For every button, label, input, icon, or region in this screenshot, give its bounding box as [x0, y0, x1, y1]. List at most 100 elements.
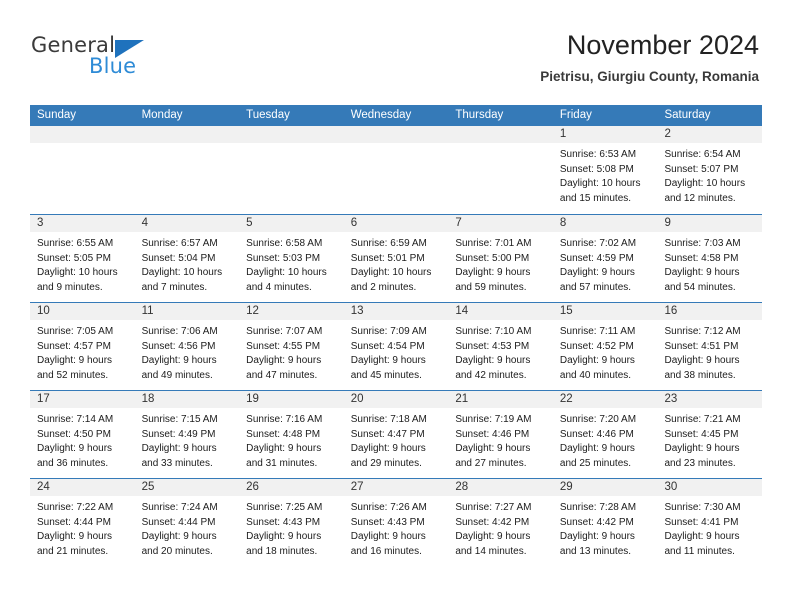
calendar-day-cell[interactable]: 6 Sunrise: 6:59 AM Sunset: 5:01 PM Daylight… [343, 215, 449, 302]
sunrise-text: Sunrise: 7:09 AM [350, 326, 427, 337]
day-sun-info: Sunrise: 6:55 AM Sunset: 5:05 PM Daylight:… [30, 232, 135, 295]
calendar-day-cell[interactable]: 30 Sunrise: 7:30 AM Sunset: 4:41 PM Dayligh… [657, 479, 763, 566]
calendar-day-cell[interactable]: 19 Sunrise: 7:16 AM Sunset: 4:48 PM Dayligh… [239, 391, 344, 478]
daylight-text: Daylight: 9 hours and 36 minutes. [37, 443, 113, 469]
sunset-text: Sunset: 4:57 PM [37, 340, 111, 352]
day-sun-info: Sunrise: 6:58 AM Sunset: 5:03 PM Daylight:… [239, 232, 344, 295]
sunset-text: Sunset: 4:46 PM [455, 428, 530, 440]
daylight-text: Daylight: 9 hours and 20 minutes. [141, 531, 217, 557]
day-number: 12 [239, 303, 344, 320]
calendar-day-cell[interactable]: 8 Sunrise: 7:02 AM Sunset: 4:59 PM Daylight… [552, 215, 658, 302]
calendar-day-cell[interactable]: 1 Sunrise: 6:53 AM Sunset: 5:08 PM Daylight… [552, 126, 658, 214]
day-sun-info: Sunrise: 7:26 AM Sunset: 4:43 PM Daylight:… [344, 496, 449, 559]
day-sun-info: Sunrise: 7:24 AM Sunset: 4:44 PM Daylight:… [135, 496, 240, 559]
sunset-text: Sunset: 4:50 PM [37, 428, 111, 440]
sunset-text: Sunset: 4:43 PM [246, 516, 321, 528]
calendar-day-cell[interactable]: 16 Sunrise: 7:12 AM Sunset: 4:51 PM Dayligh… [657, 303, 763, 390]
calendar-day-cell[interactable]: 9 Sunrise: 7:03 AM Sunset: 4:58 PM Daylight… [657, 215, 763, 302]
calendar-day-cell[interactable]: 12 Sunrise: 7:07 AM Sunset: 4:55 PM Dayligh… [239, 303, 344, 390]
day-sun-info: Sunrise: 7:16 AM Sunset: 4:48 PM Daylight:… [239, 408, 344, 471]
daylight-text: Daylight: 9 hours and 11 minutes. [664, 531, 740, 557]
day-number: 21 [448, 391, 553, 408]
day-sun-info: Sunrise: 7:19 AM Sunset: 4:46 PM Daylight:… [448, 408, 553, 471]
day-sun-info: Sunrise: 6:53 AM Sunset: 5:08 PM Daylight:… [553, 143, 658, 206]
calendar-day-cell[interactable]: 27 Sunrise: 7:26 AM Sunset: 4:43 PM Dayligh… [343, 479, 449, 566]
sunrise-text: Sunrise: 7:25 AM [246, 502, 323, 513]
weekday-header-row: Sunday Monday Tuesday Wednesday Thursday… [30, 105, 762, 126]
day-number: 15 [552, 303, 658, 320]
day-number: 24 [30, 479, 135, 496]
daylight-text: Daylight: 9 hours and 40 minutes. [559, 355, 635, 381]
page-subtitle: Pietrisu, Giurgiu County, Romania [540, 69, 759, 84]
daylight-text: Daylight: 9 hours and 57 minutes. [559, 267, 635, 293]
calendar-day-cell[interactable]: 13 Sunrise: 7:09 AM Sunset: 4:54 PM Dayligh… [343, 303, 449, 390]
sunset-text: Sunset: 5:01 PM [350, 252, 425, 264]
calendar-day-cell[interactable]: 22 Sunrise: 7:20 AM Sunset: 4:46 PM Dayligh… [552, 391, 658, 478]
day-number: 29 [552, 479, 658, 496]
daylight-text: Daylight: 10 hours and 9 minutes. [37, 267, 118, 293]
day-number: 30 [657, 479, 763, 496]
calendar-day-cell[interactable]: 15 Sunrise: 7:11 AM Sunset: 4:52 PM Dayligh… [552, 303, 658, 390]
day-number [134, 126, 240, 143]
calendar-day-cell[interactable]: 20 Sunrise: 7:18 AM Sunset: 4:47 PM Dayligh… [343, 391, 449, 478]
calendar-day-cell[interactable]: 10 Sunrise: 7:05 AM Sunset: 4:57 PM Dayligh… [30, 303, 135, 390]
sunrise-text: Sunrise: 7:16 AM [246, 414, 323, 425]
calendar-day-cell[interactable]: 2 Sunrise: 6:54 AM Sunset: 5:07 PM Daylight… [657, 126, 763, 214]
calendar-day-cell[interactable]: 4 Sunrise: 6:57 AM Sunset: 5:04 PM Daylight… [134, 215, 240, 302]
day-number: 27 [343, 479, 449, 496]
calendar-day-cell[interactable]: 29 Sunrise: 7:28 AM Sunset: 4:42 PM Dayligh… [552, 479, 658, 566]
calendar-day-cell[interactable]: 7 Sunrise: 7:01 AM Sunset: 5:00 PM Daylight… [448, 215, 553, 302]
general-blue-logo[interactable]: General Blue [31, 34, 211, 82]
sunset-text: Sunset: 5:08 PM [559, 163, 634, 175]
day-sun-info: Sunrise: 6:54 AM Sunset: 5:07 PM Daylight:… [657, 143, 762, 206]
day-sun-info: Sunrise: 7:03 AM Sunset: 4:58 PM Daylight:… [657, 232, 762, 295]
calendar-day-cell[interactable]: 17 Sunrise: 7:14 AM Sunset: 4:50 PM Dayligh… [30, 391, 135, 478]
sunset-text: Sunset: 5:00 PM [455, 252, 530, 264]
sunrise-text: Sunrise: 7:28 AM [559, 502, 637, 513]
sunrise-text: Sunrise: 7:30 AM [664, 502, 741, 513]
day-sun-info: Sunrise: 7:12 AM Sunset: 4:51 PM Daylight:… [657, 320, 762, 383]
sunrise-text: Sunrise: 6:55 AM [37, 238, 114, 249]
calendar-day-cell[interactable]: 25 Sunrise: 7:24 AM Sunset: 4:44 PM Dayligh… [134, 479, 240, 566]
sunrise-text: Sunrise: 7:10 AM [455, 326, 532, 337]
weekday-header-friday: Friday [559, 109, 592, 121]
calendar-day-cell[interactable]: 5 Sunrise: 6:58 AM Sunset: 5:03 PM Daylight… [239, 215, 344, 302]
daylight-text: Daylight: 10 hours and 15 minutes. [559, 178, 641, 204]
calendar-day-cell-empty [134, 126, 240, 214]
sunrise-text: Sunrise: 7:27 AM [455, 502, 532, 513]
calendar-day-cell[interactable]: 28 Sunrise: 7:27 AM Sunset: 4:42 PM Dayligh… [448, 479, 553, 566]
weekday-header-sunday: Sunday [37, 109, 77, 121]
calendar-day-cell[interactable]: 18 Sunrise: 7:15 AM Sunset: 4:49 PM Dayligh… [134, 391, 240, 478]
day-sun-info: Sunrise: 6:59 AM Sunset: 5:01 PM Daylight:… [344, 232, 449, 295]
calendar-day-cell-empty [343, 126, 449, 214]
calendar-day-cell[interactable]: 3 Sunrise: 6:55 AM Sunset: 5:05 PM Daylight… [30, 215, 135, 302]
sunrise-text: Sunrise: 7:14 AM [37, 414, 114, 425]
calendar-day-cell[interactable]: 11 Sunrise: 7:06 AM Sunset: 4:56 PM Dayligh… [134, 303, 240, 390]
sunrise-text: Sunrise: 7:15 AM [141, 414, 218, 425]
weekday-header-tuesday: Tuesday [246, 109, 290, 121]
daylight-text: Daylight: 9 hours and 49 minutes. [141, 355, 217, 381]
calendar-day-cell[interactable]: 21 Sunrise: 7:19 AM Sunset: 4:46 PM Dayligh… [448, 391, 553, 478]
calendar-weeks: 1 Sunrise: 6:53 AM Sunset: 5:08 PM Daylight… [30, 126, 763, 566]
calendar-day-cell[interactable]: 14 Sunrise: 7:10 AM Sunset: 4:53 PM Dayligh… [448, 303, 553, 390]
day-number: 7 [448, 215, 553, 232]
calendar-day-cell[interactable]: 24 Sunrise: 7:22 AM Sunset: 4:44 PM Dayligh… [30, 479, 135, 566]
daylight-text: Daylight: 9 hours and 29 minutes. [350, 443, 426, 469]
weekday-header-wednesday: Wednesday [350, 109, 412, 121]
calendar-week-row: 10 Sunrise: 7:05 AM Sunset: 4:57 PM Dayligh… [30, 302, 763, 390]
calendar-week-row: 3 Sunrise: 6:55 AM Sunset: 5:05 PM Daylight… [30, 214, 763, 302]
sunset-text: Sunset: 4:48 PM [246, 428, 321, 440]
sunset-text: Sunset: 4:47 PM [350, 428, 425, 440]
calendar-day-cell[interactable]: 23 Sunrise: 7:21 AM Sunset: 4:45 PM Dayligh… [657, 391, 763, 478]
day-sun-info: Sunrise: 7:10 AM Sunset: 4:53 PM Daylight:… [448, 320, 553, 383]
calendar-day-cell[interactable]: 26 Sunrise: 7:25 AM Sunset: 4:43 PM Dayligh… [239, 479, 344, 566]
sunrise-text: Sunrise: 7:02 AM [559, 238, 637, 249]
day-sun-info: Sunrise: 7:15 AM Sunset: 4:49 PM Daylight:… [135, 408, 240, 471]
page-title: November 2024 [566, 30, 759, 60]
day-number [448, 126, 553, 143]
sunset-text: Sunset: 4:49 PM [141, 428, 216, 440]
logo-text-blue: Blue [89, 54, 137, 78]
day-sun-info: Sunrise: 6:57 AM Sunset: 5:04 PM Daylight:… [135, 232, 240, 295]
page-header: General Blue November 2024 Pietrisu, Giu… [0, 0, 792, 100]
sunset-text: Sunset: 4:42 PM [559, 516, 634, 528]
